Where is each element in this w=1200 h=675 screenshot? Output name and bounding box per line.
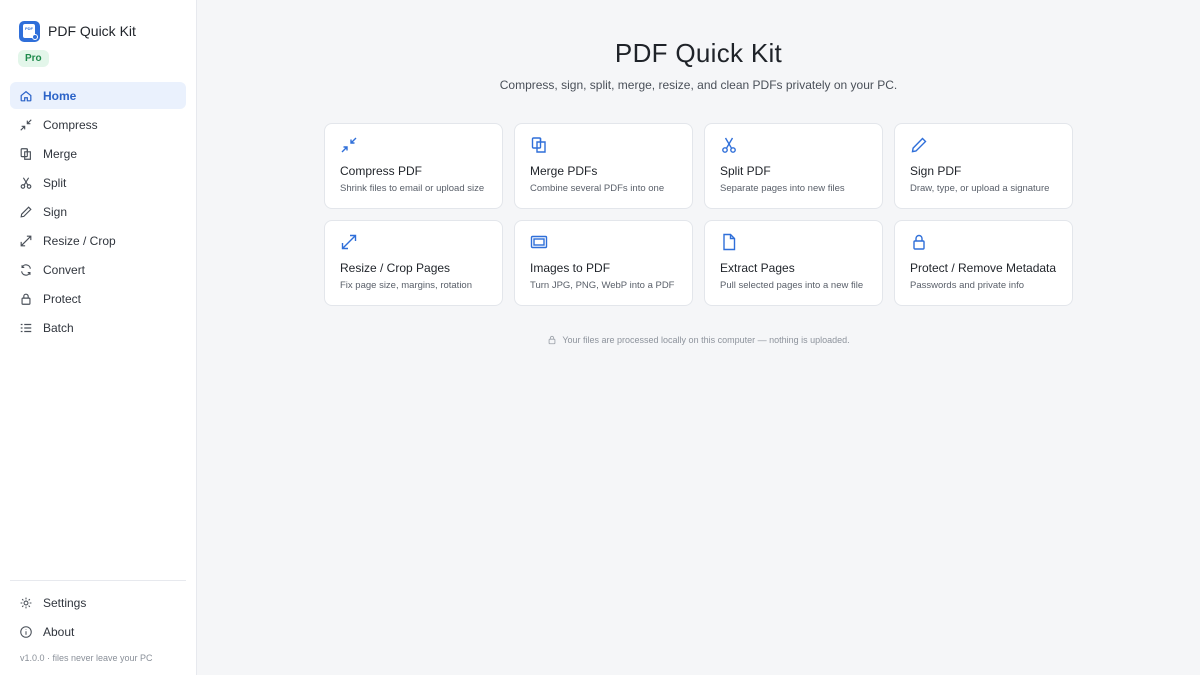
pen-icon [910, 136, 928, 154]
privacy-note: Your files are processed locally on this… [197, 335, 1200, 345]
lock-icon [910, 233, 928, 251]
sidebar-item-protect[interactable]: Protect [10, 285, 186, 312]
card-split-pdf[interactable]: Split PDF Separate pages into new files [704, 123, 883, 209]
pen-icon [19, 205, 33, 219]
sidebar-item-merge[interactable]: Merge [10, 140, 186, 167]
convert-icon [19, 263, 33, 277]
info-icon [19, 625, 33, 639]
card-title: Protect / Remove Metadata [910, 261, 1057, 275]
image-icon [530, 233, 548, 251]
lock-icon [548, 335, 556, 345]
sidebar-item-label: Home [43, 88, 77, 103]
card-title: Resize / Crop Pages [340, 261, 451, 275]
privacy-note-text: Your files are processed locally on this… [562, 335, 850, 345]
card-compress-pdf[interactable]: Compress PDF Shrink files to email or up… [324, 123, 503, 209]
home-icon [19, 89, 33, 103]
card-description: Draw, type, or upload a signature [910, 183, 1050, 194]
card-description: Fix page size, margins, rotation [340, 280, 473, 291]
sidebar-item-label: Protect [43, 291, 82, 306]
card-extract-pages[interactable]: Extract Pages Pull selected pages into a… [704, 220, 883, 306]
version-text: v1.0.0 · files never leave your PC [20, 653, 153, 663]
card-resize-crop-pages[interactable]: Resize / Crop Pages Fix page size, margi… [324, 220, 503, 306]
lock-icon [19, 292, 33, 306]
divider [10, 580, 186, 581]
sidebar: PDF PDF Quick Kit Pro Home Compress Merg… [0, 0, 197, 675]
card-description: Turn JPG, PNG, WebP into a PDF [530, 280, 675, 291]
sidebar-nav: Home Compress Merge Split Sign Resize / … [0, 82, 196, 343]
sidebar-item-convert[interactable]: Convert [10, 256, 186, 283]
card-description: Shrink files to email or upload size [340, 183, 485, 194]
sidebar-item-split[interactable]: Split [10, 169, 186, 196]
merge-icon [19, 147, 33, 161]
card-protect-remove-metadata[interactable]: Protect / Remove Metadata Passwords and … [894, 220, 1073, 306]
card-title: Images to PDF [530, 261, 611, 275]
sidebar-item-label: Batch [43, 320, 74, 335]
sidebar-item-settings[interactable]: Settings [10, 589, 186, 616]
sidebar-item-label: Compress [43, 117, 98, 132]
card-title: Merge PDFs [530, 164, 598, 178]
sidebar-footer: Settings About v1.0.0 · files never leav… [0, 580, 196, 675]
batch-icon [19, 321, 33, 335]
sidebar-item-batch[interactable]: Batch [10, 314, 186, 341]
file-icon [720, 233, 738, 251]
resize-icon [340, 233, 358, 251]
card-merge-pdfs[interactable]: Merge PDFs Combine several PDFs into one [514, 123, 693, 209]
card-title: Split PDF [720, 164, 771, 178]
compress-icon [340, 136, 358, 154]
page-subtitle: Compress, sign, split, merge, resize, an… [499, 78, 898, 92]
card-images-to-pdf[interactable]: Images to PDF Turn JPG, PNG, WebP into a… [514, 220, 693, 306]
pro-badge: Pro [18, 50, 49, 67]
sidebar-item-sign[interactable]: Sign [10, 198, 186, 225]
card-title: Extract Pages [720, 261, 795, 275]
sidebar-item-resize-crop[interactable]: Resize / Crop [10, 227, 186, 254]
sidebar-item-home[interactable]: Home [10, 82, 186, 109]
merge-icon [530, 136, 548, 154]
main-content: PDF Quick Kit Compress, sign, split, mer… [197, 0, 1200, 675]
sidebar-item-label: Resize / Crop [43, 233, 116, 248]
sidebar-item-compress[interactable]: Compress [10, 111, 186, 138]
app-name: PDF Quick Kit [48, 23, 136, 39]
sidebar-item-label: Settings [43, 595, 87, 610]
sidebar-item-label: Split [43, 175, 67, 190]
scissors-icon [19, 176, 33, 190]
brand: PDF PDF Quick Kit [0, 0, 196, 48]
page-title: PDF Quick Kit [614, 38, 783, 68]
app-logo-icon: PDF [19, 20, 40, 42]
card-title: Sign PDF [910, 164, 962, 178]
card-description: Passwords and private info [910, 280, 1025, 291]
tool-grid: Compress PDF Shrink files to email or up… [324, 123, 1073, 306]
sidebar-item-label: Merge [43, 146, 78, 161]
sidebar-item-label: Sign [43, 204, 68, 219]
card-title: Compress PDF [340, 164, 423, 178]
scissors-icon [720, 136, 738, 154]
compress-icon [19, 118, 33, 132]
sidebar-item-about[interactable]: About [10, 618, 186, 645]
sidebar-item-label: Convert [43, 262, 86, 277]
card-sign-pdf[interactable]: Sign PDF Draw, type, or upload a signatu… [894, 123, 1073, 209]
gear-icon [19, 596, 33, 610]
card-description: Combine several PDFs into one [530, 183, 665, 194]
resize-icon [19, 234, 33, 248]
card-description: Pull selected pages into a new file [720, 280, 864, 291]
sidebar-item-label: About [43, 624, 75, 639]
card-description: Separate pages into new files [720, 183, 845, 194]
